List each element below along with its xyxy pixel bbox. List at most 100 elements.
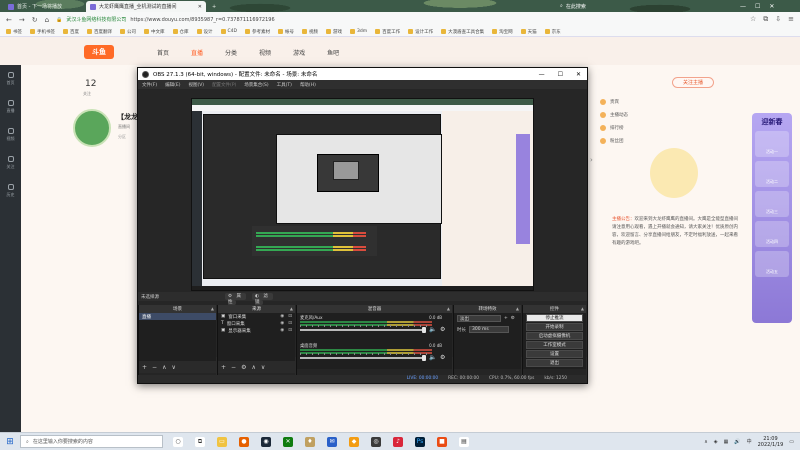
- bookmark-item[interactable]: 淘宝网: [492, 29, 513, 35]
- event-card[interactable]: 活动二: [755, 161, 789, 187]
- nav-item[interactable]: 游戏: [293, 48, 305, 57]
- add-icon[interactable]: +: [504, 316, 508, 321]
- star-icon[interactable]: ☆: [750, 15, 756, 24]
- source-item[interactable]: ▣ 显示器采集 ◉ ⊡: [218, 327, 295, 334]
- nav-item[interactable]: 鱼吧: [327, 48, 339, 57]
- virtual-camera-button[interactable]: 启动虚拟摄像机: [526, 332, 583, 340]
- bookmark-item[interactable]: 视频: [301, 29, 318, 35]
- obs-app-icon[interactable]: ◎: [371, 436, 381, 447]
- properties-button[interactable]: ⚙ 属性: [225, 293, 247, 305]
- bookmark-item[interactable]: 手机书签: [30, 29, 55, 35]
- chevron-right-icon[interactable]: ›: [590, 156, 593, 164]
- bookmark-item[interactable]: 游戏: [325, 29, 342, 35]
- network-icon[interactable]: ▦: [724, 439, 729, 445]
- firefox-icon[interactable]: ●: [239, 436, 249, 447]
- netease-icon[interactable]: ♪: [393, 436, 403, 447]
- stop-streaming-button[interactable]: 停止推流: [526, 314, 583, 322]
- home-icon[interactable]: ⌂: [45, 16, 49, 24]
- chevron-down-icon[interactable]: ∨: [171, 364, 175, 371]
- xbox-icon[interactable]: ✕: [283, 436, 293, 447]
- panel-row[interactable]: 排行榜: [600, 121, 720, 134]
- language-indicator[interactable]: 中: [747, 438, 752, 445]
- obs-close-button[interactable]: ✕: [576, 71, 581, 78]
- sidebar-item[interactable]: 关注: [0, 149, 21, 177]
- forward-icon[interactable]: →: [19, 16, 25, 24]
- cortana-icon[interactable]: ○: [173, 436, 183, 447]
- filters-button[interactable]: ◐ 滤镜: [252, 293, 273, 305]
- app-icon[interactable]: ■: [437, 436, 447, 447]
- nav-item[interactable]: 首页: [157, 48, 169, 57]
- event-card[interactable]: 活动一: [755, 131, 789, 157]
- volume-slider-handle[interactable]: [422, 355, 426, 361]
- bookmark-item[interactable]: 百度: [63, 29, 79, 35]
- clock[interactable]: 21:09 2022/1/19: [758, 436, 784, 448]
- sidebar-item[interactable]: 视频: [0, 121, 21, 149]
- eye-icon[interactable]: ◉: [280, 321, 284, 326]
- bookmark-item[interactable]: 帐号: [277, 29, 294, 35]
- chat-icon[interactable]: ✉: [327, 436, 337, 447]
- douyu-app-icon[interactable]: ◆: [349, 436, 359, 447]
- undock-icon[interactable]: ▲: [447, 306, 450, 311]
- bookmark-item[interactable]: 京东: [544, 29, 561, 35]
- eye-icon[interactable]: ◉: [280, 328, 284, 333]
- photoshop-icon[interactable]: Ps: [415, 436, 425, 447]
- panel-row[interactable]: 粉丝团: [600, 134, 720, 147]
- obs-menu-item[interactable]: 帮助(H): [300, 82, 316, 88]
- bookmark-item[interactable]: 仓库: [172, 29, 189, 35]
- new-tab-button[interactable]: +: [208, 1, 218, 12]
- remove-icon[interactable]: −: [231, 364, 236, 371]
- menu-icon[interactable]: ≡: [788, 15, 794, 24]
- gear-icon[interactable]: ⚙: [511, 316, 515, 321]
- source-item[interactable]: ▣ 窗口采集 ◉ ⊡: [218, 313, 295, 320]
- undock-icon[interactable]: ▲: [581, 306, 584, 311]
- add-icon[interactable]: +: [142, 364, 147, 371]
- tab-home[interactable]: 首页 - 下一场将播放: [4, 1, 84, 12]
- obs-maximize-button[interactable]: ☐: [558, 71, 563, 78]
- extensions-icon[interactable]: ⧉: [763, 15, 768, 24]
- volume-slider-handle[interactable]: [422, 327, 426, 333]
- lock-icon[interactable]: ⊡: [288, 321, 292, 326]
- close-window-button[interactable]: ✕: [769, 3, 774, 10]
- lock-icon[interactable]: ⊡: [288, 314, 292, 319]
- taskbar-search[interactable]: ⌕ 在这里输入你要搜索的内容: [20, 435, 163, 448]
- event-card[interactable]: 活动三: [755, 191, 789, 217]
- bookmark-item[interactable]: 设计: [196, 29, 213, 35]
- bookmark-item[interactable]: 参考素材: [244, 29, 270, 35]
- volume-slider[interactable]: [300, 329, 424, 331]
- chevron-up-icon[interactable]: ∧: [251, 364, 255, 371]
- duration-input[interactable]: 300 ms: [469, 326, 509, 333]
- streamer-avatar[interactable]: [73, 109, 111, 147]
- nav-item[interactable]: 分类: [225, 48, 237, 57]
- close-tab-icon[interactable]: ✕: [198, 4, 202, 10]
- bookmark-item[interactable]: 设计工作: [408, 29, 433, 35]
- file-explorer-icon[interactable]: ▭: [217, 436, 227, 447]
- gear-icon[interactable]: ⚙: [440, 354, 445, 361]
- obs-menu-item[interactable]: 配置文件(P): [212, 82, 236, 88]
- volume-icon[interactable]: 🔈: [429, 326, 436, 333]
- bookmark-item[interactable]: C4D: [220, 29, 237, 34]
- chevron-down-icon[interactable]: ∨: [261, 364, 265, 371]
- bookmark-item[interactable]: 3dm: [349, 29, 367, 34]
- bookmark-item[interactable]: 天猫: [520, 29, 537, 35]
- follow-button[interactable]: 关注主播: [672, 77, 714, 88]
- bookmark-item[interactable]: 书签: [6, 29, 22, 35]
- tray-chevron-icon[interactable]: ∧: [704, 439, 708, 445]
- task-view-icon[interactable]: ⧉: [195, 436, 205, 447]
- obs-menu-item[interactable]: 工具(T): [277, 82, 292, 88]
- address-input[interactable]: 🔒 武汉斗鱼网络科技有限公司 https://www.douyu.com/893…: [56, 15, 386, 25]
- volume-icon[interactable]: 🔊: [734, 439, 740, 445]
- volume-slider[interactable]: [300, 357, 424, 359]
- gear-icon[interactable]: ⚙: [440, 326, 445, 333]
- eye-icon[interactable]: ◉: [280, 314, 284, 319]
- event-card[interactable]: 活动四: [755, 221, 789, 247]
- settings-button[interactable]: 设置: [526, 350, 583, 358]
- back-icon[interactable]: ←: [6, 16, 12, 24]
- gear-icon[interactable]: ⚙: [241, 364, 246, 371]
- studio-mode-button[interactable]: 工作室模式: [526, 341, 583, 349]
- obs-preview-canvas[interactable]: [191, 98, 534, 291]
- event-card[interactable]: 活动五: [755, 251, 789, 277]
- bookmark-item[interactable]: 百度工作: [375, 29, 400, 35]
- obs-menu-item[interactable]: 视图(V): [188, 82, 204, 88]
- obs-menu-item[interactable]: 编辑(E): [165, 82, 180, 88]
- undock-icon[interactable]: ▲: [290, 306, 293, 311]
